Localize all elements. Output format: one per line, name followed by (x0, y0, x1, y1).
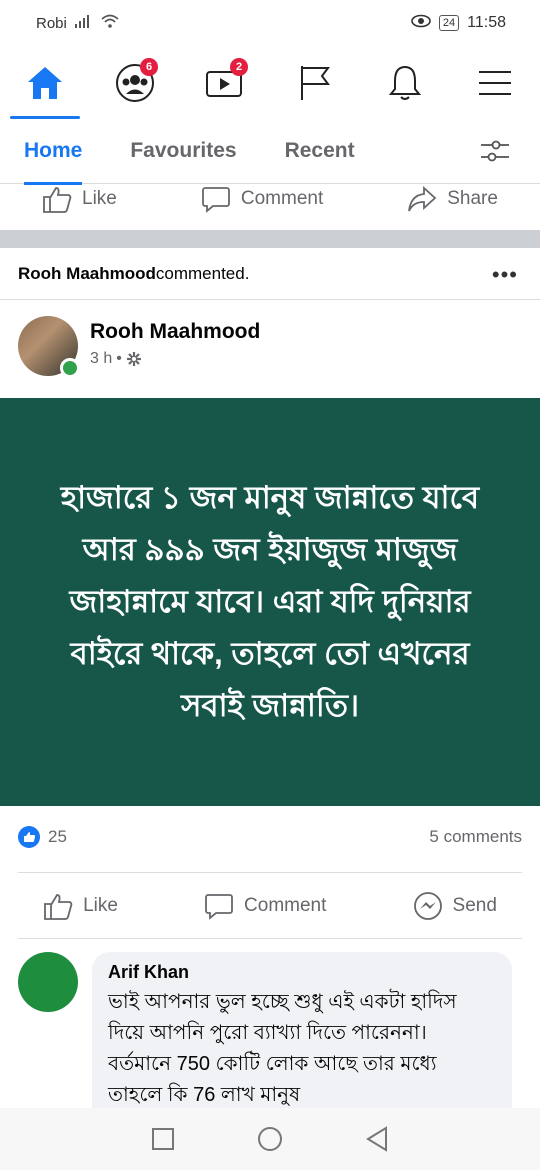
meta-dot: • (116, 350, 122, 367)
groups-badge: 6 (140, 58, 158, 76)
post-author[interactable]: Rooh Maahmood (90, 320, 260, 344)
online-indicator (60, 358, 80, 378)
prev-comment-button[interactable]: Comment (201, 185, 323, 213)
activity-name[interactable]: Rooh Maahmood (18, 264, 156, 284)
settings-icon (126, 352, 141, 366)
prev-comment-label: Comment (240, 188, 324, 209)
comment-count[interactable]: 5 comments (429, 827, 522, 847)
feed-divider (0, 230, 540, 248)
prev-like-button[interactable]: Like (42, 185, 117, 213)
eye-comfort-icon (411, 14, 431, 33)
status-bar: Robi 24 11:58 (0, 0, 540, 46)
comment-item: Arif Khan ভাই আপনার ভুল হচ্ছে শুধু এই এক… (18, 952, 512, 1129)
prev-post-actions: Like Comment Share (0, 184, 540, 214)
comment-icon (201, 187, 230, 213)
clock: 11:58 (467, 14, 506, 31)
feed-tabs: Home Favourites Recent (0, 118, 540, 185)
send-button[interactable]: Send (413, 891, 497, 921)
nav-pages[interactable] (280, 48, 350, 118)
battery-level: 24 (438, 15, 460, 31)
reactions-divider (18, 872, 522, 873)
prev-like-label: Like (82, 188, 117, 209)
actions-divider (18, 938, 522, 939)
home-circle-icon[interactable] (257, 1126, 283, 1152)
comment-text: ভাই আপনার ভুল হচ্ছে শুধু এই একটা হাদিস দ… (108, 991, 457, 1106)
activity-text: commented. (155, 263, 250, 283)
system-nav-bar (0, 1108, 540, 1170)
like-count-group[interactable]: 25 (18, 826, 67, 848)
post-time[interactable]: 3 h (90, 350, 112, 368)
nav-groups[interactable]: 6 (100, 48, 170, 118)
prev-share-label: Share (447, 188, 498, 209)
flag-icon (301, 66, 330, 100)
wifi-icon (101, 14, 119, 32)
nav-notifications[interactable] (370, 48, 440, 118)
comment-label: Comment (244, 895, 327, 916)
signal-icon (74, 14, 93, 32)
filter-icon[interactable] (480, 138, 510, 164)
tab-recent[interactable]: Recent (285, 118, 355, 184)
watch-badge: 2 (230, 58, 248, 76)
post-text: হাজারে ১ জন মানুষ জান্নাতে যাবে আর ৯৯৯ জ… (60, 480, 480, 723)
avatar[interactable] (18, 316, 80, 378)
bell-icon (388, 65, 422, 100)
reactions-summary: 25 5 comments (18, 826, 522, 848)
top-navigation: 6 2 (0, 48, 540, 119)
send-label: Send (452, 895, 497, 916)
post-actions: Like Comment Send (0, 888, 540, 924)
tab-home[interactable]: Home (24, 118, 83, 185)
back-icon[interactable] (365, 1126, 389, 1152)
thumbs-up-icon (44, 894, 73, 920)
like-label: Like (83, 895, 118, 916)
activity-header: Rooh Maahmood commented. ••• (0, 248, 540, 300)
nav-home[interactable] (10, 48, 80, 119)
home-icon (28, 67, 62, 99)
thumbs-up-icon (43, 187, 72, 213)
more-options-icon[interactable]: ••• (492, 262, 518, 288)
prev-share-button[interactable]: Share (407, 185, 498, 213)
messenger-icon (413, 892, 442, 920)
menu-icon (479, 71, 511, 95)
nav-watch[interactable]: 2 (190, 48, 260, 118)
like-reaction-icon (18, 826, 40, 848)
commenter-name[interactable]: Arif Khan (108, 962, 494, 983)
like-button[interactable]: Like (43, 892, 118, 920)
comment-bubble[interactable]: Arif Khan ভাই আপনার ভুল হচ্ছে শুধু এই এক… (92, 952, 512, 1129)
commenter-avatar[interactable] (18, 952, 78, 1012)
post-header: Rooh Maahmood 3 h • (18, 316, 260, 378)
post-text-card[interactable]: হাজারে ১ জন মানুষ জান্নাতে যাবে আর ৯৯৯ জ… (0, 398, 540, 806)
tab-favourites[interactable]: Favourites (130, 118, 236, 184)
recents-icon[interactable] (151, 1127, 175, 1151)
nav-menu[interactable] (460, 48, 530, 118)
carrier-label: Robi (36, 14, 67, 32)
share-icon (408, 185, 437, 212)
comment-button[interactable]: Comment (204, 892, 326, 920)
like-count: 25 (48, 827, 67, 846)
comment-icon (205, 894, 233, 920)
